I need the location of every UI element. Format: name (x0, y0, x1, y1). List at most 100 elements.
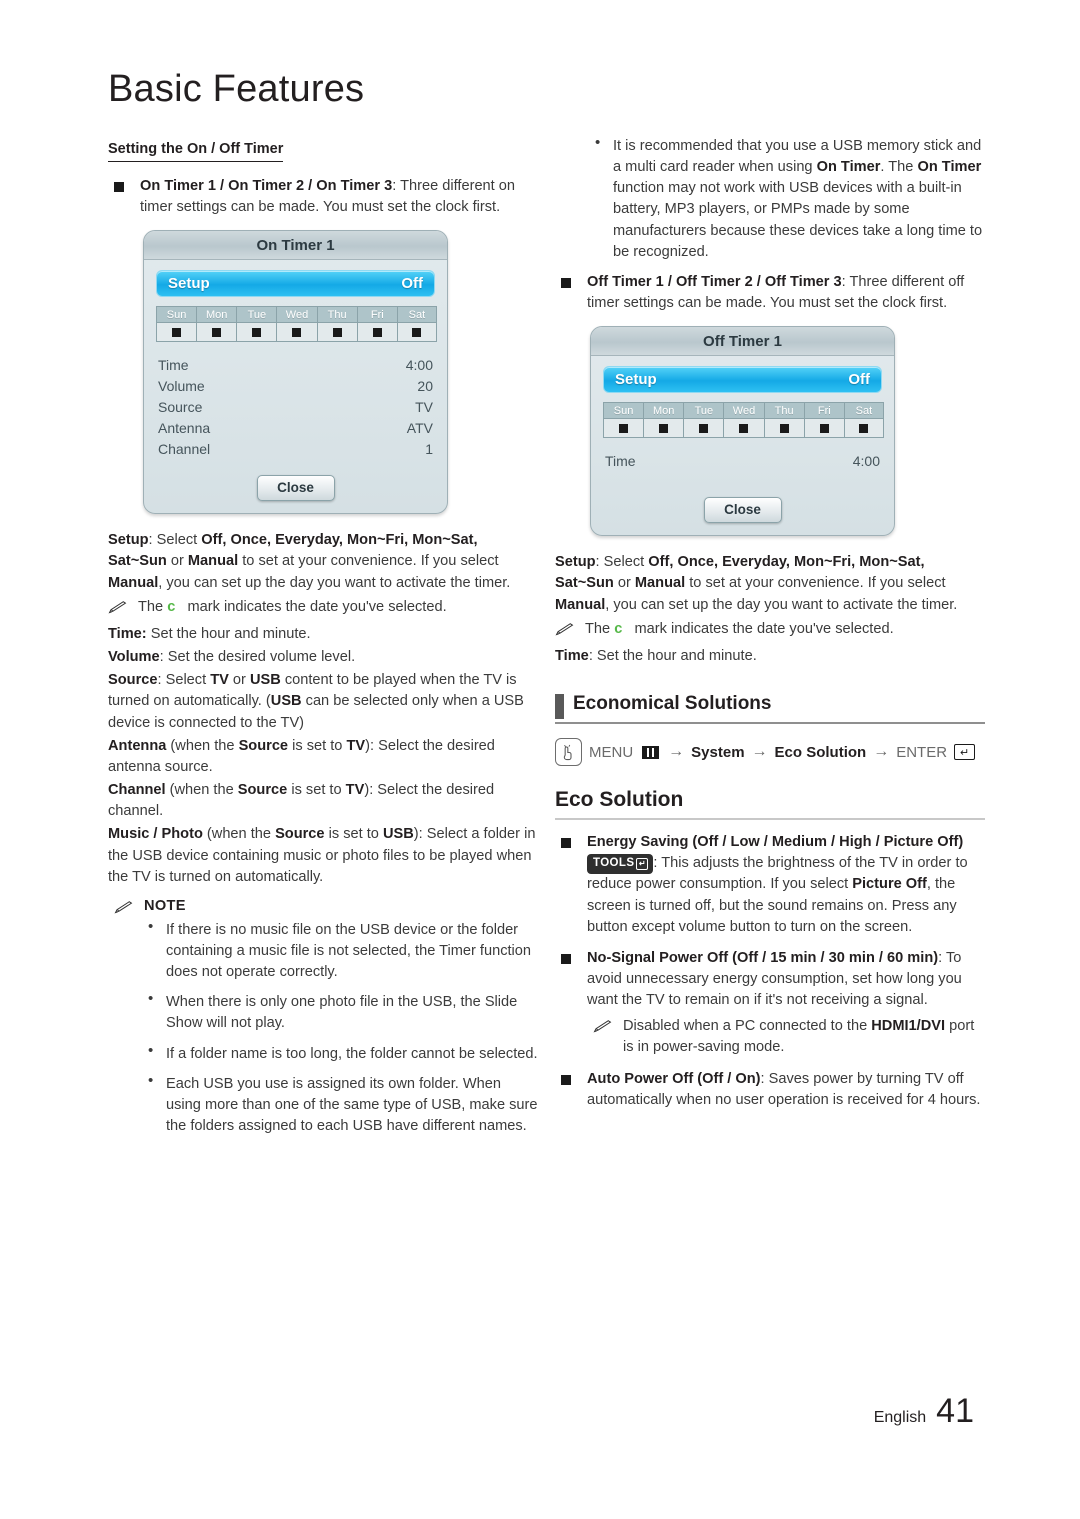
settings-row[interactable]: Time 4:00 (603, 450, 882, 471)
day-checkbox[interactable] (763, 419, 804, 439)
source-text-1: : Select (157, 672, 211, 689)
menu-label: MENU (589, 743, 634, 761)
source-text-2: or (228, 672, 250, 689)
day-cell[interactable]: Thu (763, 402, 804, 439)
pencil-icon (108, 600, 127, 614)
day-label: Sun (603, 402, 644, 420)
row-value: 4:00 (405, 356, 433, 373)
settings-row[interactable]: Channel 1 (156, 438, 435, 459)
note-bullet-text: Each USB you use is assigned its own fol… (166, 1075, 538, 1135)
setup-description-right: Setup: Select Off, Once, Everyday, Mon~F… (555, 552, 985, 615)
antenna-text-2: is set to (288, 737, 347, 754)
list-item: If a folder name is too long, the folder… (144, 1042, 538, 1065)
list-item-off-timer: Off Timer 1 / Off Timer 2 / Off Timer 3:… (555, 272, 985, 314)
day-checkbox[interactable] (196, 323, 237, 343)
list-item-usb-recommendation: It is recommended that you use a USB mem… (591, 134, 985, 263)
day-checkbox[interactable] (316, 323, 357, 343)
off-timer-setup-value: Off (848, 371, 870, 389)
source-description: Source: Select TV or USB content to be p… (108, 670, 538, 733)
day-checkbox[interactable] (603, 419, 644, 439)
list-item-on-timer: On Timer 1 / On Timer 2 / On Timer 3: Th… (108, 176, 538, 218)
time-description-right: Time: Set the hour and minute. (555, 646, 985, 667)
source-tv: TV (210, 672, 229, 689)
note-c-mark-left: The c mark indicates the date you've sel… (108, 597, 538, 618)
day-checkbox[interactable] (643, 419, 684, 439)
c-mark: c (614, 620, 623, 637)
day-cell[interactable]: Wed (276, 306, 317, 343)
row-value: 1 (425, 440, 433, 457)
day-label: Thu (316, 306, 357, 324)
channel-text-2: is set to (287, 782, 346, 799)
off-timer-label: Off Timer 1 / Off Timer 2 / Off Timer 3 (587, 273, 842, 290)
day-label: Wed (723, 402, 764, 420)
footer-page-number: 41 (936, 1392, 974, 1430)
source-usb-2: USB (270, 693, 302, 710)
channel-label: Channel (108, 782, 166, 799)
off-timer-setup-row[interactable]: Setup Off (603, 366, 882, 394)
usb-text-2: . The (880, 159, 918, 176)
setup-manual: Manual (634, 575, 686, 592)
settings-row[interactable]: Time 4:00 (156, 354, 435, 375)
on-timer-setup-value: Off (401, 275, 423, 293)
day-cell[interactable]: Thu (316, 306, 357, 343)
setup-text-1: : Select (595, 554, 649, 571)
day-cell[interactable]: Tue (236, 306, 277, 343)
day-label: Fri (803, 402, 844, 420)
day-cell[interactable]: Sun (603, 402, 644, 439)
day-cell[interactable]: Fri (356, 306, 397, 343)
note-before: The (585, 620, 615, 637)
row-value: 20 (417, 377, 433, 394)
setup-manual: Manual (187, 553, 239, 570)
day-checkbox[interactable] (683, 419, 724, 439)
day-label: Mon (643, 402, 684, 420)
day-cell[interactable]: Sun (156, 306, 197, 343)
day-label: Thu (763, 402, 804, 420)
row-label: Source (158, 398, 203, 415)
row-value: ATV (406, 419, 433, 436)
day-checkbox[interactable] (803, 419, 844, 439)
day-checkbox[interactable] (396, 323, 437, 343)
day-cell[interactable]: Mon (643, 402, 684, 439)
day-cell[interactable]: Wed (723, 402, 764, 439)
day-cell[interactable]: Tue (683, 402, 724, 439)
mp-text-2: is set to (324, 826, 383, 843)
day-checkbox[interactable] (843, 419, 884, 439)
note-before: The (138, 598, 168, 615)
enter-arrow-icon: ↵ (636, 857, 649, 870)
source-usb: USB (249, 672, 281, 689)
time-text: : Set the hour and minute. (588, 647, 757, 664)
day-cell[interactable]: Sat (396, 306, 437, 343)
note-bullet-list: If there is no music file on the USB dev… (144, 918, 538, 1137)
pencil-icon (555, 622, 574, 636)
day-cell[interactable]: Fri (803, 402, 844, 439)
day-checkbox[interactable] (156, 323, 197, 343)
volume-description: Volume: Set the desired volume level. (108, 647, 538, 668)
arrow-icon: → (751, 743, 768, 761)
on-timer-day-selector[interactable]: Sun Mon Tue Wed Thu Fri Sat (156, 306, 437, 343)
day-cell[interactable]: Mon (196, 306, 237, 343)
note-c-mark-right: The c mark indicates the date you've sel… (555, 619, 985, 640)
off-timer-day-selector[interactable]: Sun Mon Tue Wed Thu Fri Sat (603, 402, 884, 439)
c-mark: c (167, 598, 176, 615)
day-checkbox[interactable] (723, 419, 764, 439)
row-label: Time (605, 452, 636, 469)
day-checkbox[interactable] (356, 323, 397, 343)
day-checkbox[interactable] (276, 323, 317, 343)
page-footer: English 41 (874, 1392, 974, 1431)
on-timer-close-button[interactable]: Close (256, 475, 335, 502)
antenna-text-1: (when the (166, 737, 239, 754)
note-after: mark indicates the date you've selected. (630, 620, 894, 637)
settings-row[interactable]: Antenna ATV (156, 417, 435, 438)
day-checkbox[interactable] (236, 323, 277, 343)
settings-row[interactable]: Volume 20 (156, 375, 435, 396)
on-timer-setup-row[interactable]: Setup Off (156, 270, 435, 298)
usb-text-3: function may not work with USB devices w… (613, 180, 983, 260)
settings-row[interactable]: Source TV (156, 396, 435, 417)
usb-on-timer-2: On Timer (917, 159, 982, 176)
row-value: TV (415, 398, 433, 415)
row-label: Volume (158, 377, 205, 394)
mp-usb: USB (382, 826, 414, 843)
off-timer-close-button[interactable]: Close (703, 497, 782, 524)
time-label: Time (555, 647, 589, 664)
day-cell[interactable]: Sat (843, 402, 884, 439)
